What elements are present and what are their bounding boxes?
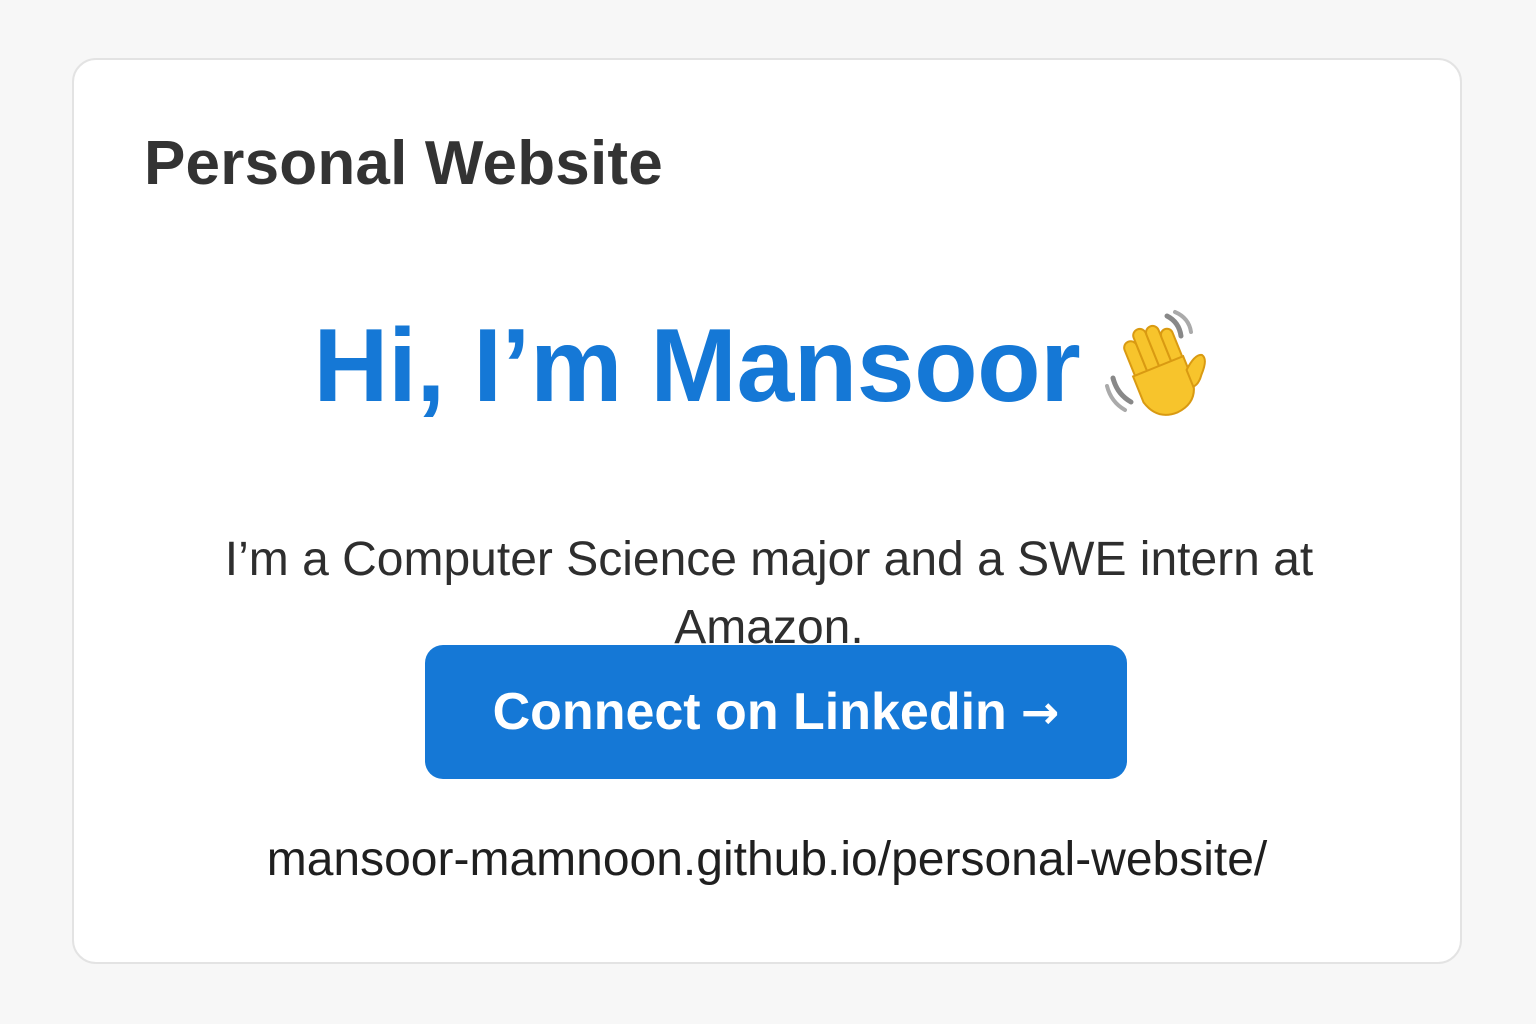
intro-text: I’m a Computer Science major and a SWE i… — [224, 533, 1314, 654]
card-title: Personal Website — [144, 129, 663, 198]
website-card: Personal Website Hi, I’m Mansoor I’m a C… — [72, 58, 1462, 964]
headline: Hi, I’m Mansoor — [313, 307, 1081, 424]
connect-linkedin-button[interactable]: Connect on Linkedin → — [425, 645, 1127, 779]
hero-heading: Hi, I’m Mansoor — [74, 308, 1460, 424]
connect-linkedin-label: Connect on Linkedin — [492, 683, 1007, 741]
website-url-link[interactable]: mansoor-mamnoon.github.io/personal-websi… — [74, 832, 1460, 887]
right-arrow-icon: → — [1020, 685, 1060, 739]
waving-hand-icon — [1104, 308, 1221, 424]
